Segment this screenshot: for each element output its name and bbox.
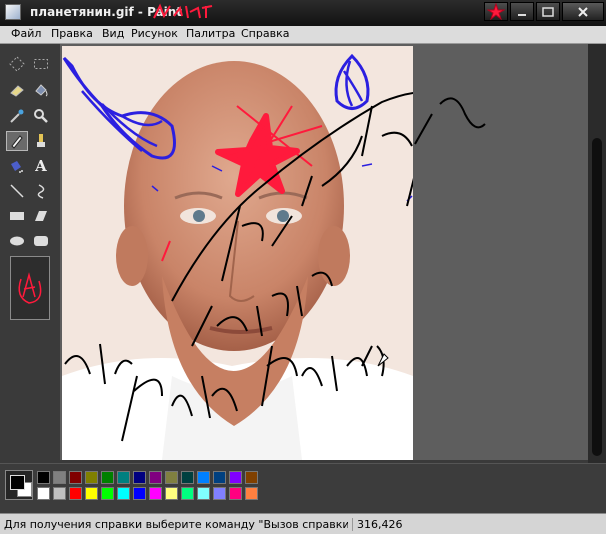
palette-swatch[interactable]: [85, 471, 98, 484]
menu-image[interactable]: Рисунок: [131, 27, 178, 40]
palette-swatch[interactable]: [69, 471, 82, 484]
palette-swatch[interactable]: [69, 487, 82, 500]
star-scribble-icon: [487, 3, 505, 20]
color-palette: [36, 470, 260, 502]
paint-app-icon: [5, 4, 21, 20]
vertical-scrollbar[interactable]: [588, 44, 606, 463]
title-bar: планетянин.gif - Paint: [0, 0, 606, 26]
palette-swatch[interactable]: [197, 487, 210, 500]
text-icon: A: [35, 157, 47, 175]
line-icon: [10, 184, 24, 198]
status-help-text: Для получения справки выберите команду "…: [4, 518, 348, 531]
tool-options-box[interactable]: [10, 256, 50, 320]
palette-swatch[interactable]: [117, 487, 130, 500]
rounded-rect-tool[interactable]: [30, 231, 52, 251]
pencil-icon: [11, 135, 23, 149]
close-icon: [578, 6, 588, 17]
palette-swatch[interactable]: [149, 487, 162, 500]
brush-icon: [37, 134, 45, 147]
minimize-icon: [518, 13, 526, 16]
text-tool[interactable]: A: [30, 156, 52, 176]
palette-swatch[interactable]: [165, 487, 178, 500]
close-button[interactable]: [562, 2, 604, 21]
current-colors[interactable]: [5, 470, 33, 500]
palette-swatch[interactable]: [101, 487, 114, 500]
pencil-tool[interactable]: [6, 131, 28, 151]
maximize-icon: [542, 6, 554, 17]
palette-swatch[interactable]: [197, 471, 210, 484]
palette-swatch[interactable]: [53, 471, 66, 484]
vertical-scrollbar-thumb[interactable]: [592, 138, 602, 456]
palette-swatch[interactable]: [245, 471, 258, 484]
fill-tool[interactable]: [30, 80, 52, 100]
rounded-rect-icon: [34, 236, 48, 246]
palette-swatch[interactable]: [181, 487, 194, 500]
palette-swatch[interactable]: [85, 487, 98, 500]
menu-edit[interactable]: Правка: [51, 27, 93, 40]
menu-palette[interactable]: Палитра: [186, 27, 235, 40]
palette-swatch[interactable]: [165, 471, 178, 484]
airbrush-icon: [11, 161, 23, 173]
foreground-color-swatch[interactable]: [10, 475, 25, 490]
rectangle-tool[interactable]: [6, 206, 28, 226]
minimize-button[interactable]: [510, 2, 534, 21]
palette-swatch[interactable]: [133, 471, 146, 484]
overflow-scribbles: [64, 97, 486, 385]
ellipse-tool[interactable]: [6, 231, 28, 251]
palette-swatch[interactable]: [133, 487, 146, 500]
color-picker-icon: [10, 109, 24, 123]
palette-swatch[interactable]: [117, 471, 130, 484]
magnifier-icon: [34, 109, 48, 123]
free-select-tool[interactable]: [6, 54, 28, 74]
options-scribble: [18, 272, 42, 304]
palette-swatch[interactable]: [53, 487, 66, 500]
maximize-button[interactable]: [536, 2, 560, 21]
palette-swatch[interactable]: [229, 471, 242, 484]
toolbox: A: [4, 48, 54, 463]
rect-select-tool[interactable]: [30, 54, 52, 74]
curve-tool[interactable]: [30, 181, 52, 201]
palette-swatch[interactable]: [101, 471, 114, 484]
canvas-area[interactable]: [60, 44, 588, 460]
status-bar: Для получения справки выберите команду "…: [0, 513, 606, 534]
brush-tool[interactable]: [30, 131, 52, 151]
curve-icon: [37, 184, 45, 199]
palette-swatch[interactable]: [149, 471, 162, 484]
eraser-tool[interactable]: [6, 80, 28, 100]
polygon-tool[interactable]: [30, 206, 52, 226]
palette-swatch[interactable]: [229, 487, 242, 500]
menu-file[interactable]: Файл: [11, 27, 41, 40]
ellipse-icon: [10, 236, 24, 246]
palette-swatch[interactable]: [181, 471, 194, 484]
workspace: A: [0, 44, 606, 463]
scribble-star-button[interactable]: [484, 2, 508, 21]
eraser-icon: [10, 85, 24, 97]
palette-swatch[interactable]: [213, 487, 226, 500]
palette-bar: [0, 463, 606, 514]
fill-icon: [35, 84, 48, 97]
palette-swatch[interactable]: [245, 487, 258, 500]
menu-bar: Файл Правка Вид Рисунок Палитра Справка: [0, 26, 606, 44]
status-coords: 316,426: [352, 518, 403, 531]
palette-swatch[interactable]: [37, 471, 50, 484]
free-select-icon: [9, 56, 25, 72]
rect-select-icon: [34, 59, 48, 69]
palette-swatch[interactable]: [213, 471, 226, 484]
rectangle-icon: [10, 212, 24, 220]
line-tool[interactable]: [6, 181, 28, 201]
magnifier-tool[interactable]: [30, 106, 52, 126]
palette-swatch[interactable]: [37, 487, 50, 500]
menu-view[interactable]: Вид: [102, 27, 124, 40]
polygon-icon: [35, 211, 47, 221]
menu-help[interactable]: Справка: [241, 27, 289, 40]
airbrush-tool[interactable]: [6, 156, 28, 176]
title-scribble: [153, 3, 213, 19]
color-picker-tool[interactable]: [6, 106, 28, 126]
